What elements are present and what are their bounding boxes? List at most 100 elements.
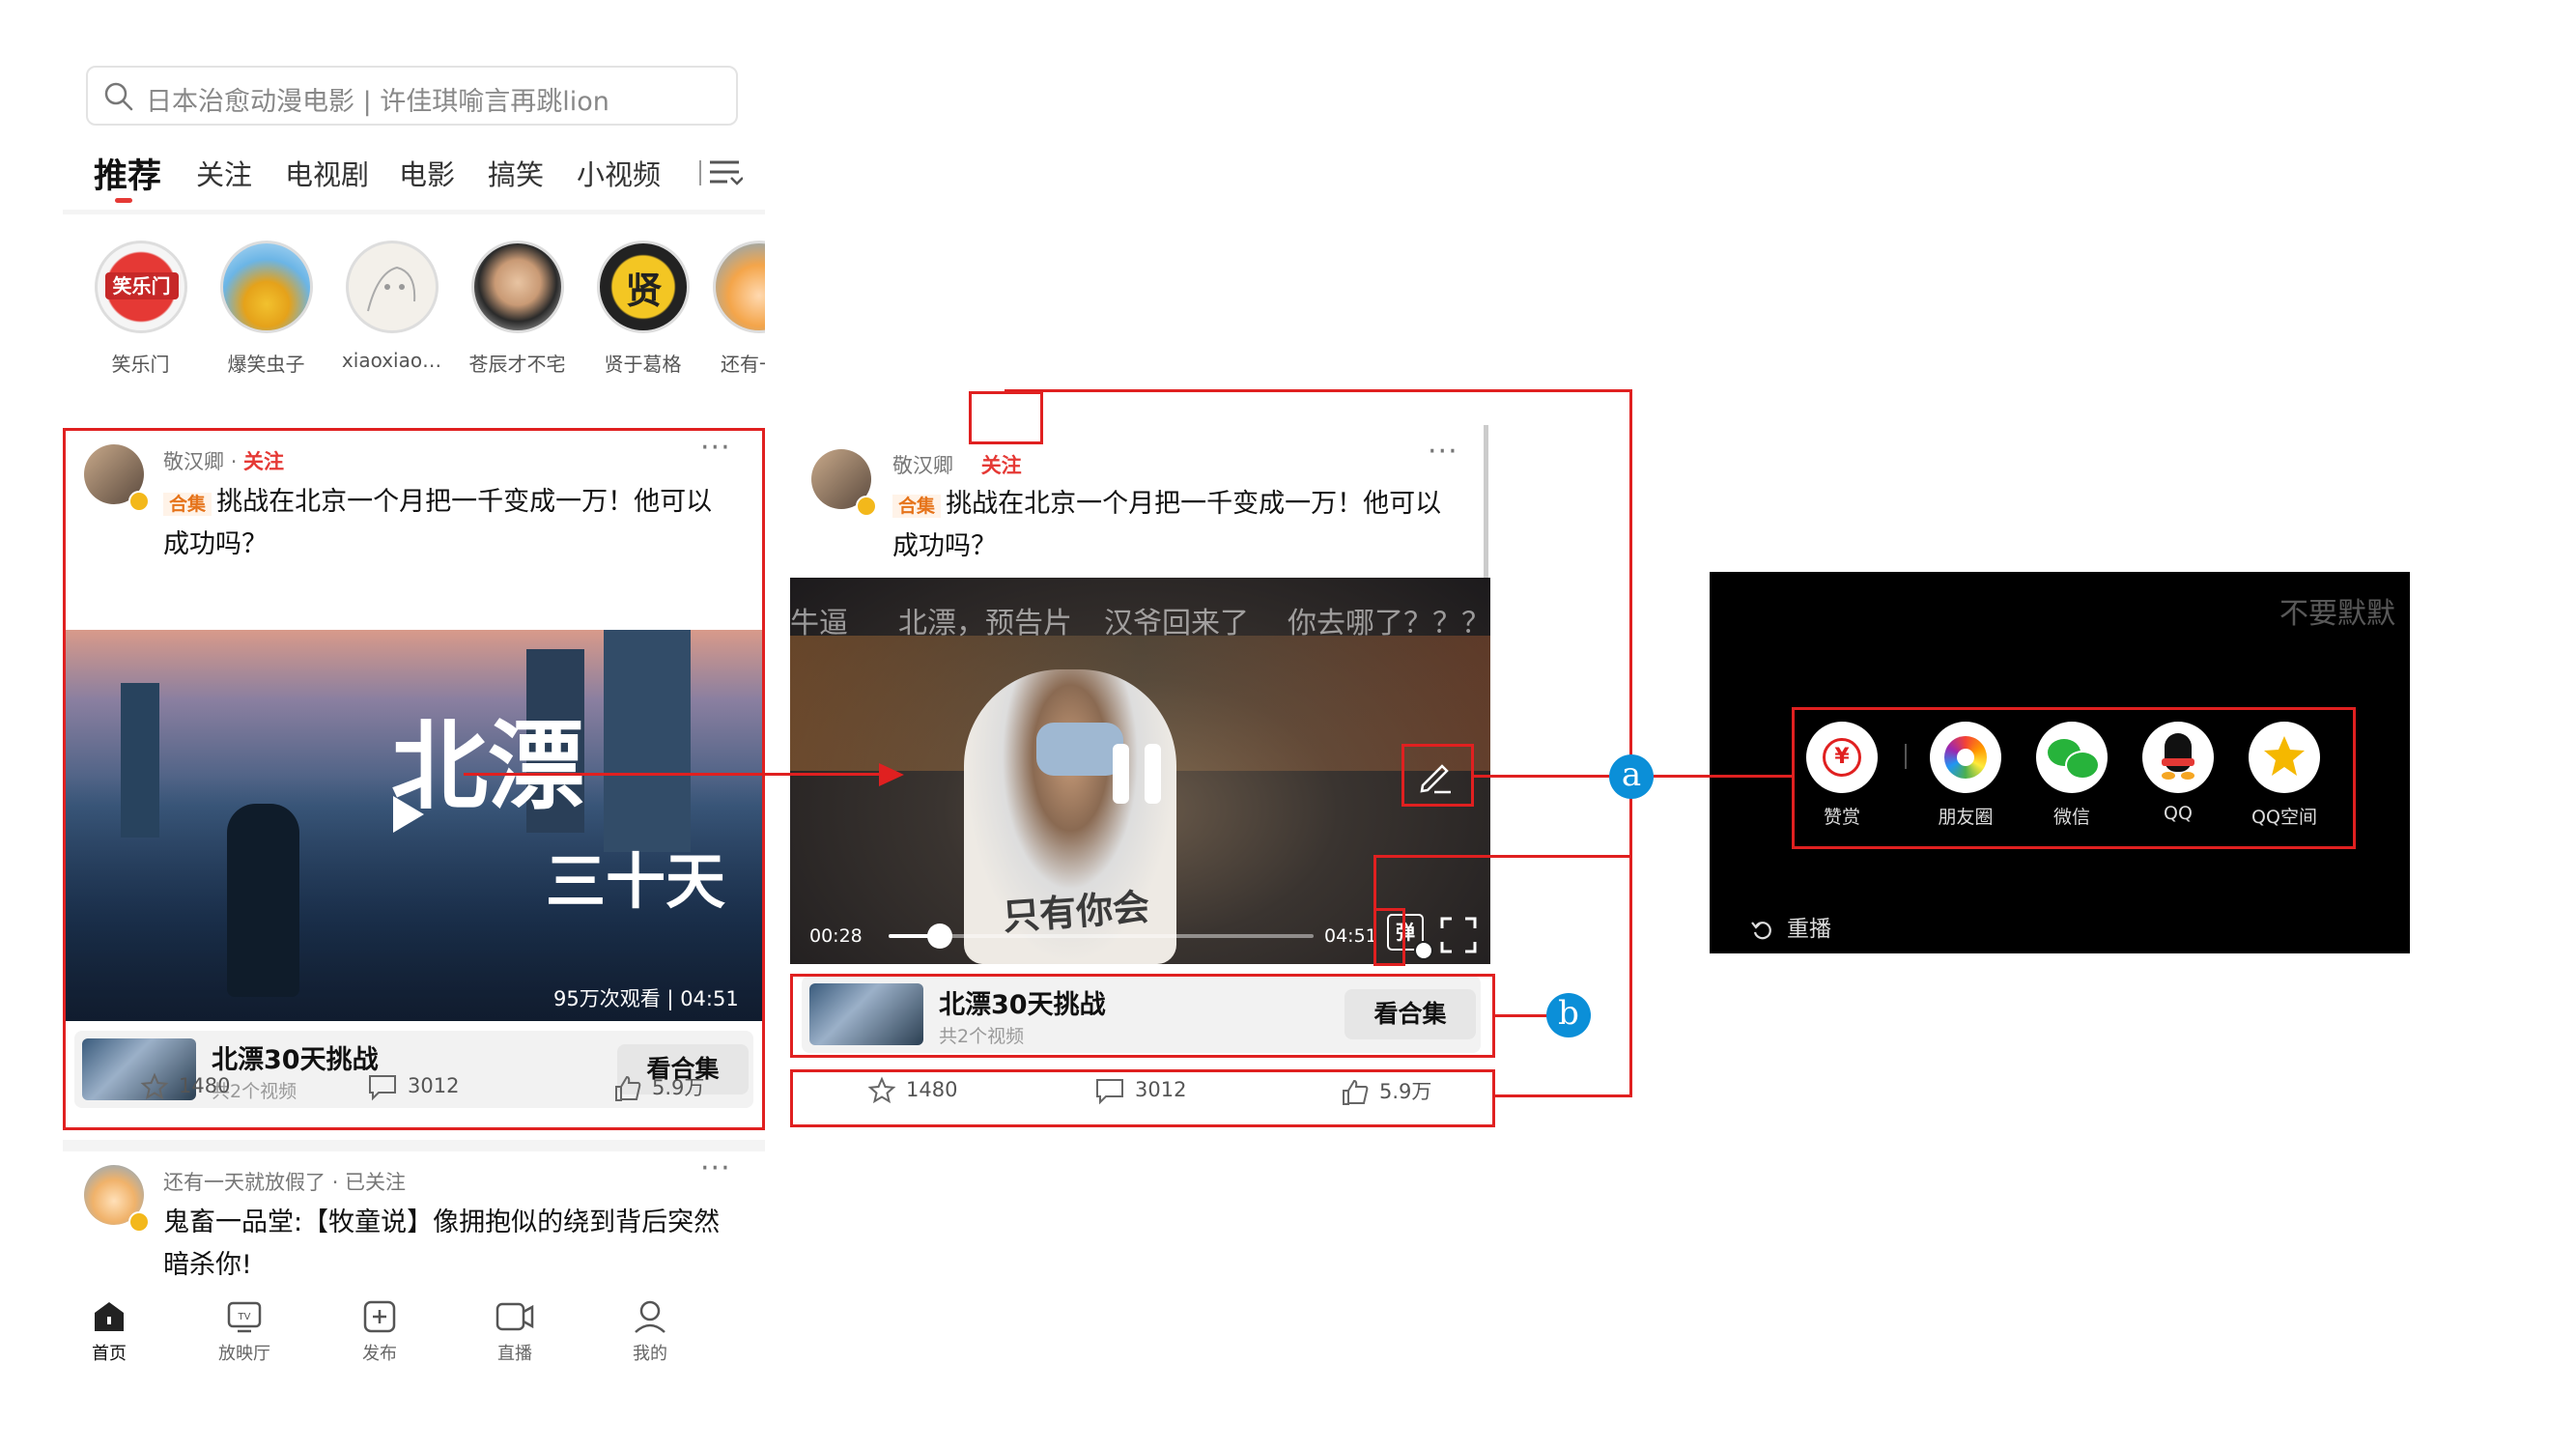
plus-square-icon: [363, 1300, 396, 1333]
post-title[interactable]: 合集 挑战在北京一个月把一千变成一万！他可以 成功吗？: [892, 483, 1482, 568]
story-name: 苍辰才不宅: [468, 353, 566, 376]
nav-theater[interactable]: TV 放映厅: [201, 1299, 288, 1365]
connector-line: [1005, 389, 1632, 392]
post-title-line2: 暗杀你!: [163, 1250, 252, 1280]
verified-badge-icon: [856, 496, 877, 517]
creator-avatar: [219, 241, 313, 333]
bottom-navigation: 首页 TV 放映厅 发布 直播 我的: [63, 1290, 765, 1372]
arrow-line: [464, 773, 889, 776]
post-title[interactable]: 鬼畜一品堂:【牧童说】像拥抱似的绕到背后突然 暗杀你!: [163, 1202, 752, 1287]
tab-recommend[interactable]: 推荐: [94, 149, 161, 198]
connector-line: [1474, 775, 1609, 778]
creator-avatar: [470, 241, 564, 333]
author-name[interactable]: 敬汉卿: [892, 454, 953, 477]
tab-menu-icon[interactable]: [698, 156, 743, 189]
replay-button[interactable]: 重播: [1750, 910, 1831, 943]
creator-avatar: [713, 241, 765, 333]
top-bar: 日本治愈动漫电影 | 许佳琪喻言再跳lion 推荐 关注 电视剧 电影 搞笑 小…: [63, 60, 765, 210]
nav-home[interactable]: 首页: [66, 1299, 153, 1365]
active-tab-indicator: [115, 198, 132, 203]
creator-avatar: [345, 241, 439, 333]
story-item[interactable]: xiaoxiao…: [336, 241, 447, 372]
highlight-card-box: [63, 428, 765, 1130]
author-row: 还有一天就放假了 · 已关注: [163, 1167, 406, 1196]
post-title-line1: 挑战在北京一个月把一千变成一万！他可以: [946, 489, 1442, 519]
story-name: 贤于葛格: [604, 353, 682, 376]
author-name[interactable]: 还有一天就放假了: [163, 1171, 326, 1194]
highlight-actions-box: [790, 1069, 1495, 1127]
replay-label: 重播: [1787, 917, 1831, 942]
verified-badge-icon: [128, 1211, 150, 1233]
creator-avatar: 笑乐门: [94, 241, 187, 333]
tab-funny[interactable]: 搞笑: [488, 153, 544, 193]
search-icon: [104, 82, 133, 111]
highlight-edit-box: [1401, 744, 1474, 807]
creator-avatar: 贤: [596, 241, 690, 333]
progress-track[interactable]: [889, 923, 1314, 949]
connector-line: [1629, 389, 1632, 1097]
annotation-badge-b: b: [1546, 993, 1591, 1037]
tab-tv-series[interactable]: 电视剧: [285, 153, 369, 193]
total-time: 04:51: [1324, 925, 1377, 947]
danmaku-text: 你去哪了？？？: [1288, 607, 1490, 640]
danmaku-text: 不要默默: [2279, 597, 2395, 631]
tab-movies[interactable]: 电影: [399, 153, 455, 193]
check-badge-icon: [1414, 941, 1433, 960]
story-name: 笑乐门: [111, 353, 170, 376]
story-item[interactable]: 苍辰才不宅: [462, 241, 573, 377]
highlight-collection-box: [790, 974, 1495, 1058]
creator-stories-row: 笑乐门 笑乐门 爆笑虫子 xiaoxiao… 苍辰才不宅 贤 贤于葛格 还有一: [63, 214, 765, 451]
story-logo-text: 笑乐门: [104, 272, 179, 299]
tab-short-video[interactable]: 小视频: [577, 153, 661, 193]
annotation-badge-a: a: [1609, 754, 1654, 799]
collection-tag: 合集: [892, 495, 942, 518]
connector-line: [1495, 1094, 1632, 1097]
post-title-line1: 鬼畜一品堂:【牧童说】像拥抱似的绕到背后突然: [163, 1208, 721, 1237]
fullscreen-icon[interactable]: [1439, 916, 1478, 954]
more-options-icon[interactable]: ···: [700, 1151, 731, 1185]
nav-live[interactable]: 直播: [471, 1299, 558, 1365]
story-item[interactable]: 笑乐门 笑乐门: [85, 241, 196, 377]
pause-icon[interactable]: [1109, 740, 1165, 808]
highlight-share-box: [1792, 707, 2356, 849]
shirt-print: 只有你会: [1001, 885, 1151, 939]
post-title-line2: 成功吗？: [892, 531, 997, 561]
svg-text:TV: TV: [238, 1312, 251, 1322]
danmaku-text: 汉爷回来了: [1104, 607, 1249, 640]
video-camera-icon: [495, 1302, 534, 1331]
tv-icon: TV: [227, 1301, 262, 1333]
search-input[interactable]: 日本治愈动漫电影 | 许佳琪喻言再跳lion: [86, 66, 738, 126]
more-options-icon[interactable]: ···: [1428, 435, 1458, 469]
story-name: 还有一: [721, 353, 765, 376]
story-name: 爆笑虫子: [227, 353, 305, 376]
connector-line: [1373, 855, 1632, 858]
scroll-indicator: [1484, 425, 1488, 580]
current-time: 00:28: [809, 925, 863, 947]
arrow-head-icon: [879, 763, 904, 786]
nav-label: 发布: [362, 1344, 397, 1364]
followed-status[interactable]: 已关注: [345, 1171, 406, 1194]
story-item[interactable]: 还有一: [713, 241, 765, 377]
search-placeholder: 日本治愈动漫电影 | 许佳琪喻言再跳lion: [146, 87, 609, 117]
story-name: xiaoxiao…: [341, 349, 442, 372]
story-item[interactable]: 爆笑虫子: [211, 241, 322, 377]
progress-handle[interactable]: [926, 923, 952, 949]
nav-profile[interactable]: 我的: [607, 1299, 694, 1365]
nav-label: 我的: [633, 1344, 667, 1364]
follow-button[interactable]: 关注: [981, 454, 1022, 477]
person-icon: [635, 1300, 665, 1333]
nav-publish[interactable]: 发布: [336, 1299, 423, 1365]
replay-icon: [1751, 921, 1771, 939]
highlight-follow-box: [969, 391, 1043, 444]
story-logo-text: 贤: [625, 270, 663, 312]
danmaku-text: 北漂，预告片: [898, 607, 1072, 640]
nav-label: 首页: [92, 1344, 127, 1364]
connector-line: [1373, 855, 1376, 910]
tab-follow[interactable]: 关注: [196, 153, 252, 193]
home-icon: [95, 1302, 124, 1331]
story-item[interactable]: 贤 贤于葛格: [587, 241, 698, 377]
nav-label: 直播: [497, 1344, 532, 1364]
highlight-danmaku-box: [1373, 908, 1405, 966]
nav-label: 放映厅: [218, 1344, 270, 1364]
connector-line: [1654, 775, 1792, 778]
